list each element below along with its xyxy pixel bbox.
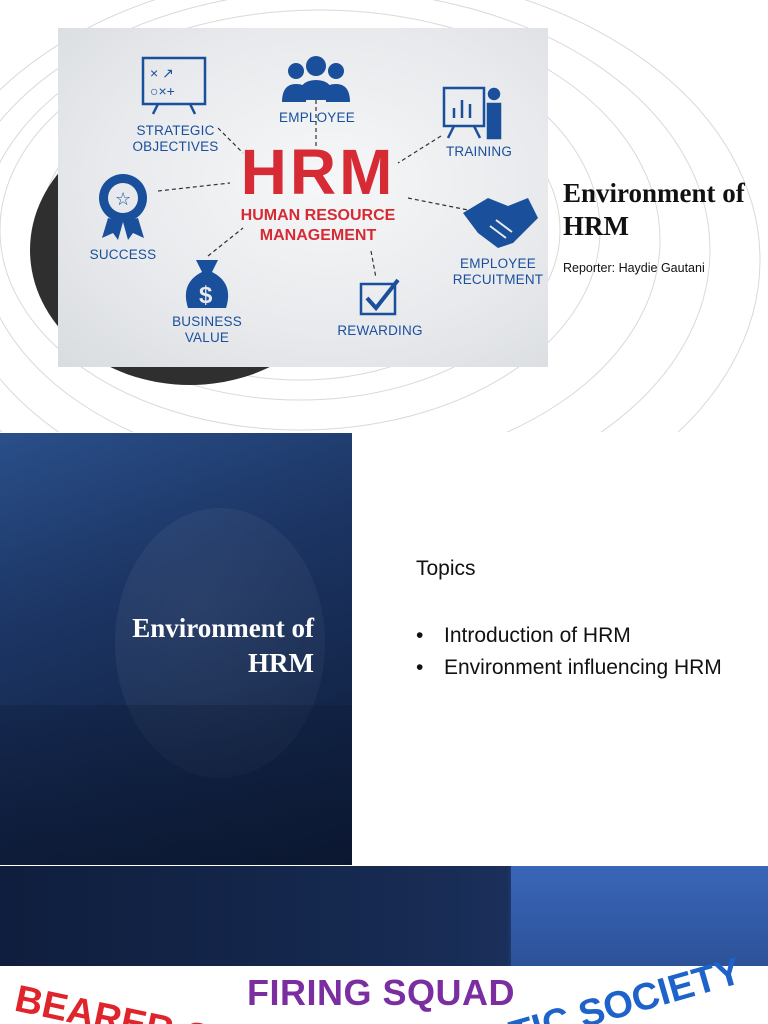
- strategy-board-icon: × ↗ ○×+: [141, 56, 207, 115]
- label-business-line1: BUSINESS: [172, 314, 242, 329]
- checkbox-icon: [359, 278, 400, 316]
- label-business-line2: VALUE: [184, 330, 230, 345]
- label-strategic-line2: OBJECTIVES: [132, 139, 219, 154]
- label-employee-recruitment: EMPLOYEE RECUITMENT: [448, 256, 548, 288]
- topics-list: Introduction of HRM Environment influenc…: [416, 621, 746, 685]
- reporter-name: Reporter: Haydie Gautani: [563, 261, 705, 275]
- label-recruitment-line1: EMPLOYEE: [460, 256, 536, 271]
- list-item: Environment influencing HRM: [416, 653, 746, 682]
- slide-1: × ↗ ○×+ ☆ $ HRM HUMAN RESOURCE MANAGEMEN…: [0, 0, 768, 432]
- hrm-heading: HRM: [240, 136, 396, 208]
- slide-2-title: Environment of HRM: [34, 611, 314, 681]
- slide-2: Environment of HRM Topics Introduction o…: [0, 433, 768, 865]
- money-bag-icon: $: [185, 260, 229, 309]
- svg-text:☆: ☆: [115, 189, 131, 210]
- label-recruitment-line2: RECUITMENT: [452, 272, 544, 287]
- label-strategic-line1: STRATEGIC: [136, 123, 215, 138]
- svg-text:$: $: [199, 282, 213, 309]
- hrm-subtitle-line1: HUMAN RESOURCE: [240, 207, 396, 224]
- training-presentation-icon: [442, 86, 502, 140]
- hrm-subtitle: HUMAN RESOURCE MANAGEMENT: [218, 206, 418, 246]
- handshake-icon: [463, 198, 538, 248]
- topics-heading: Topics: [416, 557, 476, 580]
- svg-text:× ↗: × ↗: [150, 65, 174, 81]
- slide-3: BEARER OF FIRING SQUAD TIC SOCIETY: [0, 866, 768, 1024]
- slide-2-title-line1: Environment of: [132, 613, 314, 643]
- hrm-infographic-image: × ↗ ○×+ ☆ $ HRM HUMAN RESOURCE MANAGEMEN…: [58, 28, 548, 367]
- people-icon: [282, 56, 350, 102]
- header-band: [0, 866, 768, 966]
- label-employee: EMPLOYEE: [279, 110, 355, 125]
- award-badge-icon: ☆: [99, 174, 147, 240]
- list-item: Introduction of HRM: [416, 621, 746, 650]
- label-training: TRAINING: [445, 144, 513, 159]
- slide-2-title-line2: HRM: [248, 648, 314, 678]
- title-panel: Environment of HRM: [0, 433, 352, 865]
- label-rewarding: REWARDING: [337, 323, 423, 338]
- slide-1-title: Environment of HRM: [563, 178, 745, 241]
- decorative-band: [0, 705, 352, 865]
- svg-text:○×+: ○×+: [150, 83, 175, 99]
- label-strategic-objectives: STRATEGIC OBJECTIVES: [128, 123, 223, 155]
- label-success: SUCCESS: [89, 247, 157, 262]
- hrm-subtitle-line2: MANAGEMENT: [259, 227, 377, 244]
- firing-squad-text: FIRING SQUAD: [247, 972, 516, 1013]
- label-business-value: BUSINESS VALUE: [163, 314, 251, 346]
- bearer-text: BEARER OF: [11, 978, 239, 1024]
